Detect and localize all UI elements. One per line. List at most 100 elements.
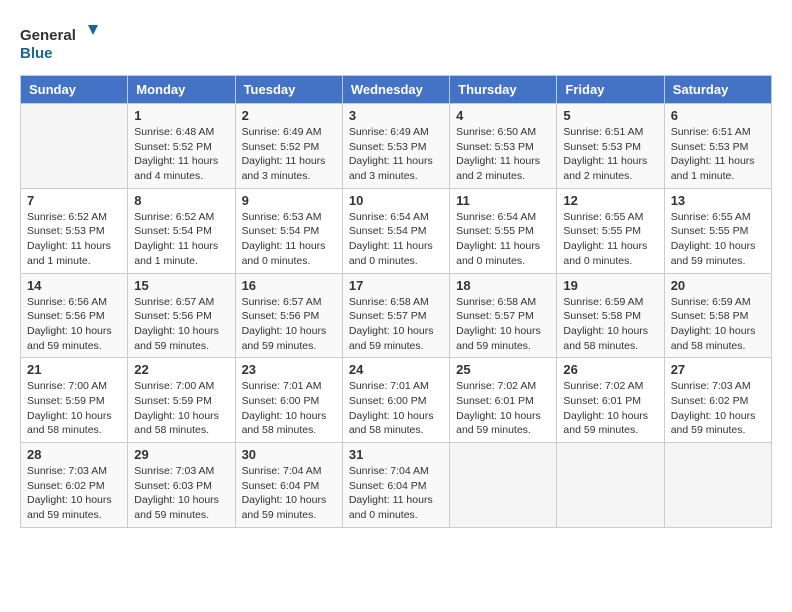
day-info: Sunrise: 6:50 AMSunset: 5:53 PMDaylight:… xyxy=(456,125,550,184)
day-info: Sunrise: 7:00 AMSunset: 5:59 PMDaylight:… xyxy=(27,379,121,438)
day-number: 11 xyxy=(456,193,550,208)
day-info: Sunrise: 6:55 AMSunset: 5:55 PMDaylight:… xyxy=(671,210,765,269)
day-number: 25 xyxy=(456,362,550,377)
day-number: 10 xyxy=(349,193,443,208)
week-row-1: 1Sunrise: 6:48 AMSunset: 5:52 PMDaylight… xyxy=(21,104,772,189)
day-info: Sunrise: 6:59 AMSunset: 5:58 PMDaylight:… xyxy=(563,295,657,354)
calendar-cell: 23 Sunrise: 7:01 AMSunset: 6:00 PMDayligh… xyxy=(235,358,342,443)
calendar-cell xyxy=(450,443,557,528)
calendar-cell: 19 Sunrise: 6:59 AMSunset: 5:58 PMDayligh… xyxy=(557,273,664,358)
calendar-cell: 8Sunrise: 6:52 AMSunset: 5:54 PMDaylight… xyxy=(128,188,235,273)
day-number: 15 xyxy=(134,278,228,293)
calendar-cell: 5 Sunrise: 6:51 AMSunset: 5:53 PMDaylight… xyxy=(557,104,664,189)
day-number: 21 xyxy=(27,362,121,377)
calendar-cell: 10 Sunrise: 6:54 AMSunset: 5:54 PMDayligh… xyxy=(342,188,449,273)
day-number: 23 xyxy=(242,362,336,377)
calendar-cell: 3 Sunrise: 6:49 AMSunset: 5:53 PMDaylight… xyxy=(342,104,449,189)
calendar-cell: 28Sunrise: 7:03 AMSunset: 6:02 PMDayligh… xyxy=(21,443,128,528)
week-row-4: 21 Sunrise: 7:00 AMSunset: 5:59 PMDayligh… xyxy=(21,358,772,443)
day-info: Sunrise: 7:03 AMSunset: 6:02 PMDaylight:… xyxy=(671,379,765,438)
day-info: Sunrise: 6:57 AMSunset: 5:56 PMDaylight:… xyxy=(134,295,228,354)
day-number: 29 xyxy=(134,447,228,462)
day-info: Sunrise: 7:04 AMSunset: 6:04 PMDaylight:… xyxy=(349,464,443,523)
day-number: 20 xyxy=(671,278,765,293)
day-info: Sunrise: 7:03 AMSunset: 6:02 PMDaylight:… xyxy=(27,464,121,523)
calendar-cell: 9 Sunrise: 6:53 AMSunset: 5:54 PMDaylight… xyxy=(235,188,342,273)
day-info: Sunrise: 6:54 AMSunset: 5:54 PMDaylight:… xyxy=(349,210,443,269)
day-info: Sunrise: 6:51 AMSunset: 5:53 PMDaylight:… xyxy=(671,125,765,184)
day-info: Sunrise: 7:00 AMSunset: 5:59 PMDaylight:… xyxy=(134,379,228,438)
day-header-thursday: Thursday xyxy=(450,76,557,104)
day-number: 26 xyxy=(563,362,657,377)
calendar-cell: 7 Sunrise: 6:52 AMSunset: 5:53 PMDaylight… xyxy=(21,188,128,273)
week-row-3: 14 Sunrise: 6:56 AMSunset: 5:56 PMDayligh… xyxy=(21,273,772,358)
day-info: Sunrise: 6:55 AMSunset: 5:55 PMDaylight:… xyxy=(563,210,657,269)
calendar-cell: 1Sunrise: 6:48 AMSunset: 5:52 PMDaylight… xyxy=(128,104,235,189)
day-info: Sunrise: 6:57 AMSunset: 5:56 PMDaylight:… xyxy=(242,295,336,354)
day-info: Sunrise: 7:02 AMSunset: 6:01 PMDaylight:… xyxy=(563,379,657,438)
calendar-cell: 4Sunrise: 6:50 AMSunset: 5:53 PMDaylight… xyxy=(450,104,557,189)
day-number: 3 xyxy=(349,108,443,123)
calendar-cell: 29 Sunrise: 7:03 AMSunset: 6:03 PMDayligh… xyxy=(128,443,235,528)
day-number: 2 xyxy=(242,108,336,123)
calendar-cell: 24 Sunrise: 7:01 AMSunset: 6:00 PMDayligh… xyxy=(342,358,449,443)
day-info: Sunrise: 6:49 AMSunset: 5:52 PMDaylight:… xyxy=(242,125,336,184)
calendar-cell: 21 Sunrise: 7:00 AMSunset: 5:59 PMDayligh… xyxy=(21,358,128,443)
calendar-cell: 17 Sunrise: 6:58 AMSunset: 5:57 PMDayligh… xyxy=(342,273,449,358)
day-number: 18 xyxy=(456,278,550,293)
day-info: Sunrise: 6:51 AMSunset: 5:53 PMDaylight:… xyxy=(563,125,657,184)
day-number: 31 xyxy=(349,447,443,462)
day-number: 8 xyxy=(134,193,228,208)
day-number: 1 xyxy=(134,108,228,123)
day-number: 6 xyxy=(671,108,765,123)
page-header: General Blue xyxy=(20,20,772,65)
day-header-sunday: Sunday xyxy=(21,76,128,104)
day-info: Sunrise: 6:56 AMSunset: 5:56 PMDaylight:… xyxy=(27,295,121,354)
day-number: 19 xyxy=(563,278,657,293)
calendar-cell: 25 Sunrise: 7:02 AMSunset: 6:01 PMDayligh… xyxy=(450,358,557,443)
day-number: 9 xyxy=(242,193,336,208)
day-info: Sunrise: 7:04 AMSunset: 6:04 PMDaylight:… xyxy=(242,464,336,523)
day-info: Sunrise: 7:01 AMSunset: 6:00 PMDaylight:… xyxy=(242,379,336,438)
calendar-cell xyxy=(664,443,771,528)
calendar-cell: 27 Sunrise: 7:03 AMSunset: 6:02 PMDayligh… xyxy=(664,358,771,443)
day-info: Sunrise: 7:03 AMSunset: 6:03 PMDaylight:… xyxy=(134,464,228,523)
calendar-cell: 30 Sunrise: 7:04 AMSunset: 6:04 PMDayligh… xyxy=(235,443,342,528)
day-number: 14 xyxy=(27,278,121,293)
svg-text:Blue: Blue xyxy=(20,45,53,62)
logo-svg: General Blue xyxy=(20,20,100,65)
calendar-body: 1Sunrise: 6:48 AMSunset: 5:52 PMDaylight… xyxy=(21,104,772,528)
day-info: Sunrise: 6:49 AMSunset: 5:53 PMDaylight:… xyxy=(349,125,443,184)
calendar-header-row: SundayMondayTuesdayWednesdayThursdayFrid… xyxy=(21,76,772,104)
day-number: 7 xyxy=(27,193,121,208)
day-number: 30 xyxy=(242,447,336,462)
day-info: Sunrise: 6:54 AMSunset: 5:55 PMDaylight:… xyxy=(456,210,550,269)
day-header-wednesday: Wednesday xyxy=(342,76,449,104)
week-row-2: 7 Sunrise: 6:52 AMSunset: 5:53 PMDaylight… xyxy=(21,188,772,273)
calendar-cell xyxy=(21,104,128,189)
calendar-cell xyxy=(557,443,664,528)
logo: General Blue xyxy=(20,20,100,65)
calendar-cell: 6 Sunrise: 6:51 AMSunset: 5:53 PMDaylight… xyxy=(664,104,771,189)
day-header-tuesday: Tuesday xyxy=(235,76,342,104)
day-info: Sunrise: 6:58 AMSunset: 5:57 PMDaylight:… xyxy=(349,295,443,354)
calendar-cell: 14 Sunrise: 6:56 AMSunset: 5:56 PMDayligh… xyxy=(21,273,128,358)
calendar-cell: 20 Sunrise: 6:59 AMSunset: 5:58 PMDayligh… xyxy=(664,273,771,358)
calendar-cell: 2 Sunrise: 6:49 AMSunset: 5:52 PMDaylight… xyxy=(235,104,342,189)
day-number: 24 xyxy=(349,362,443,377)
day-info: Sunrise: 7:01 AMSunset: 6:00 PMDaylight:… xyxy=(349,379,443,438)
day-number: 5 xyxy=(563,108,657,123)
day-info: Sunrise: 7:02 AMSunset: 6:01 PMDaylight:… xyxy=(456,379,550,438)
day-number: 12 xyxy=(563,193,657,208)
day-info: Sunrise: 6:53 AMSunset: 5:54 PMDaylight:… xyxy=(242,210,336,269)
calendar-cell: 16Sunrise: 6:57 AMSunset: 5:56 PMDayligh… xyxy=(235,273,342,358)
day-number: 27 xyxy=(671,362,765,377)
day-info: Sunrise: 6:59 AMSunset: 5:58 PMDaylight:… xyxy=(671,295,765,354)
day-number: 22 xyxy=(134,362,228,377)
calendar-cell: 31 Sunrise: 7:04 AMSunset: 6:04 PMDayligh… xyxy=(342,443,449,528)
day-number: 17 xyxy=(349,278,443,293)
week-row-5: 28Sunrise: 7:03 AMSunset: 6:02 PMDayligh… xyxy=(21,443,772,528)
calendar-cell: 13Sunrise: 6:55 AMSunset: 5:55 PMDayligh… xyxy=(664,188,771,273)
day-header-saturday: Saturday xyxy=(664,76,771,104)
day-info: Sunrise: 6:52 AMSunset: 5:53 PMDaylight:… xyxy=(27,210,121,269)
